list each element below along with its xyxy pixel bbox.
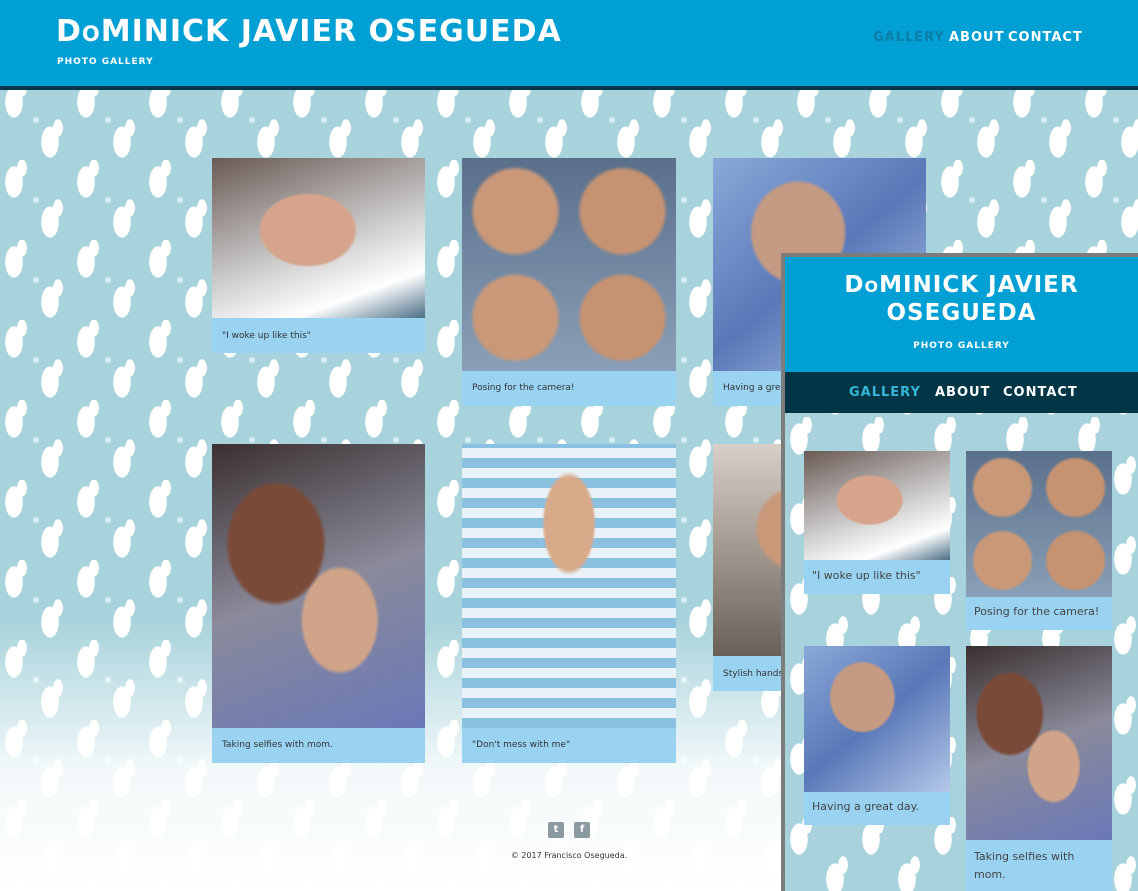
preview-header: DoMINICK JAVIER OSEGUEDA PHOTO GALLERY	[785, 257, 1138, 372]
twitter-icon[interactable]: t	[548, 822, 564, 838]
preview-photo-caption: Posing for the camera!	[974, 605, 1100, 618]
preview-photo-caption: Taking selfies with mom.	[974, 850, 1075, 881]
preview-gallery-photo[interactable]	[804, 451, 950, 560]
preview-gallery-item[interactable]: "I woke up like this"	[804, 451, 950, 594]
preview-nav: GALLERY ABOUT CONTACT	[785, 372, 1138, 413]
site-subtitle: PHOTO GALLERY	[57, 57, 154, 67]
mobile-preview: DoMINICK JAVIER OSEGUEDA PHOTO GALLERY G…	[781, 253, 1138, 891]
preview-title-line: OSEGUEDA	[886, 300, 1037, 326]
preview-subtitle: PHOTO GALLERY	[913, 341, 1010, 351]
gallery-item[interactable]: Posing for the camera!	[462, 158, 676, 406]
site-header: DoMINICK JAVIER OSEGUEDA PHOTO GALLERY G…	[0, 0, 1138, 90]
preview-nav-gallery[interactable]: GALLERY	[849, 385, 921, 400]
gallery-item[interactable]: Taking selfies with mom.	[212, 444, 425, 763]
gallery-photo[interactable]	[212, 444, 425, 728]
photo-caption: Stylish hands	[723, 669, 784, 679]
preview-nav-about[interactable]: ABOUT	[935, 385, 990, 400]
nav-contact[interactable]: CONTACT	[1008, 30, 1083, 45]
gallery-item[interactable]: "I woke up like this"	[212, 158, 425, 353]
nav-about[interactable]: ABOUT	[949, 30, 1004, 45]
nav-gallery[interactable]: GALLERY	[873, 30, 945, 45]
gallery-photo[interactable]	[462, 444, 676, 728]
preview-nav-contact[interactable]: CONTACT	[1003, 385, 1078, 400]
photo-caption: "I woke up like this"	[222, 331, 311, 341]
preview-gallery-photo[interactable]	[966, 451, 1112, 597]
preview-photo-caption: "I woke up like this"	[812, 569, 921, 582]
preview-photo-caption: Having a great day.	[812, 800, 920, 813]
gallery-item[interactable]: "Don't mess with me"	[462, 444, 676, 763]
preview-gallery-photo[interactable]	[966, 646, 1112, 840]
preview-gallery-item[interactable]: Taking selfies with mom.	[966, 646, 1112, 891]
site-title[interactable]: DoMINICK JAVIER OSEGUEDA	[56, 14, 562, 49]
preview-gallery-photo[interactable]	[804, 646, 950, 792]
photo-caption: Posing for the camera!	[472, 383, 575, 393]
photo-caption: "Don't mess with me"	[472, 740, 571, 750]
facebook-icon[interactable]: f	[574, 822, 590, 838]
preview-gallery-item[interactable]: Having a great day.	[804, 646, 950, 825]
preview-site-title[interactable]: DoMINICK JAVIER OSEGUEDA	[785, 271, 1138, 327]
preview-gallery-item[interactable]: Posing for the camera!	[966, 451, 1112, 630]
gallery-photo[interactable]	[462, 158, 676, 371]
preview-title-line: DoMINICK JAVIER	[844, 272, 1079, 298]
photo-caption: Taking selfies with mom.	[222, 740, 333, 750]
gallery-photo[interactable]	[212, 158, 425, 318]
